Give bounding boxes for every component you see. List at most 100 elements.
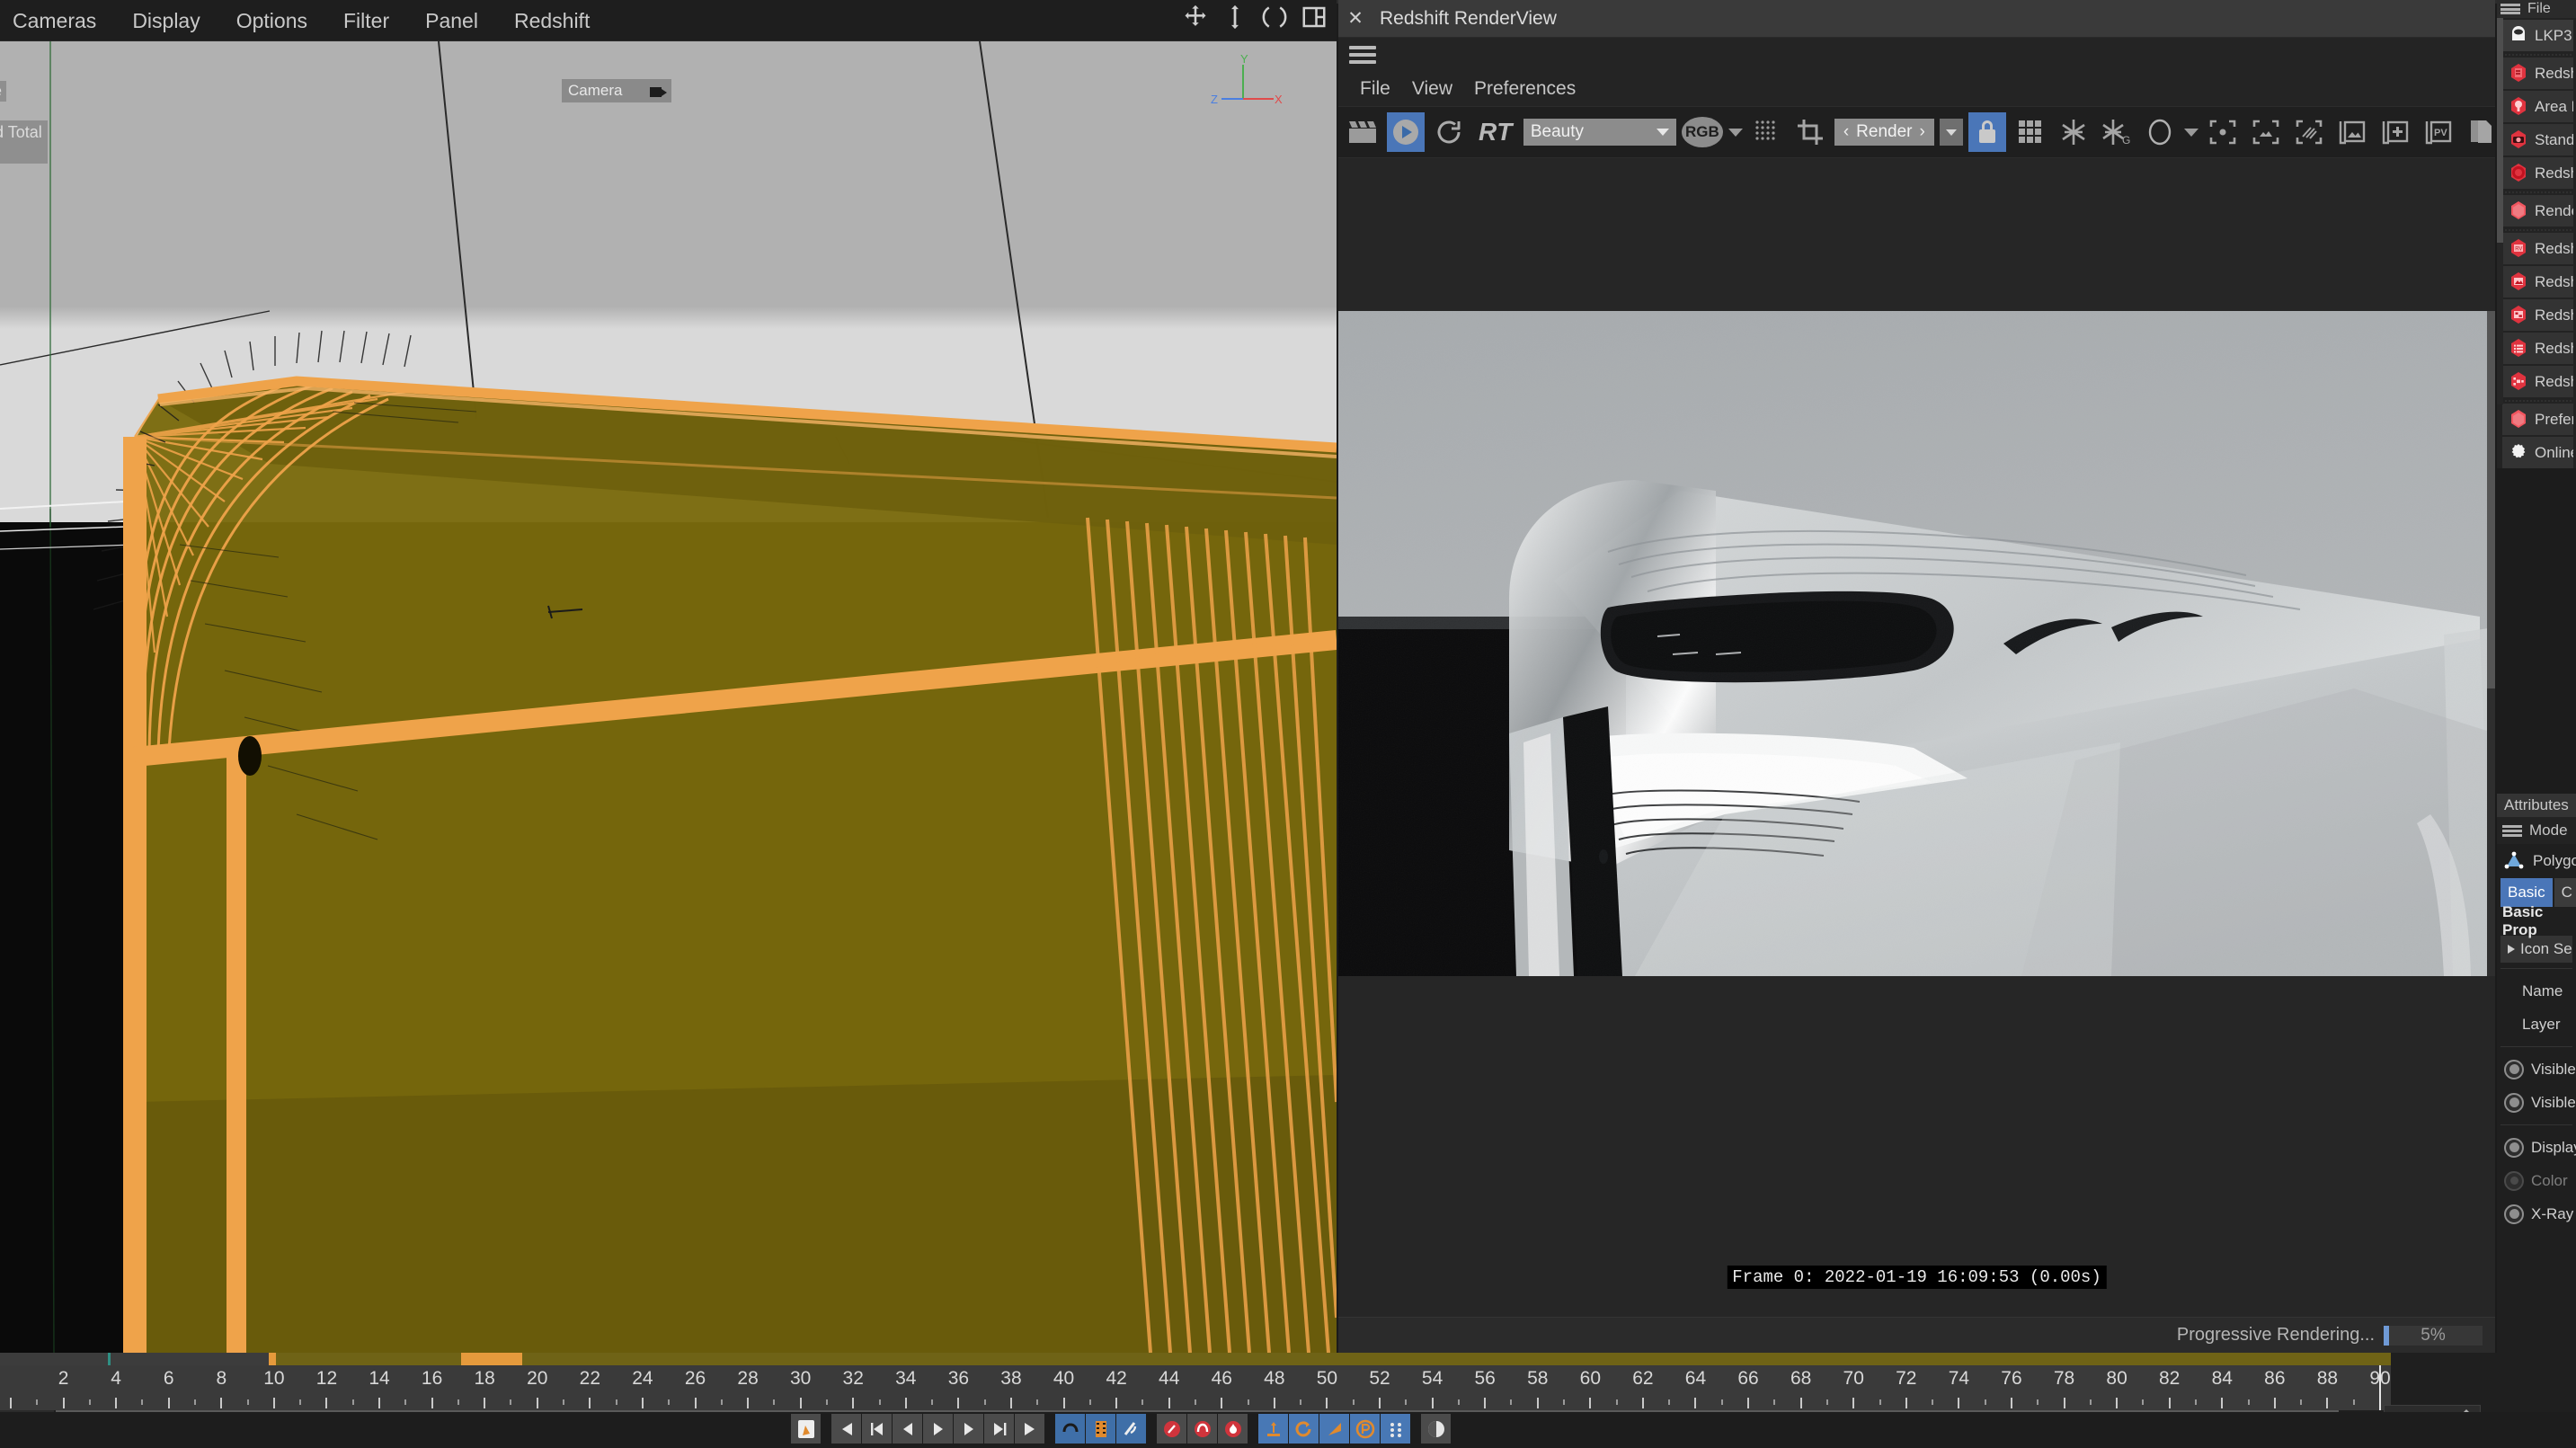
radio-visible-render[interactable] (2504, 1092, 2524, 1113)
pv-compare-icon[interactable]: PV (2420, 112, 2457, 152)
menu-item-display[interactable]: Display (114, 0, 218, 41)
position-key-icon[interactable] (1258, 1414, 1288, 1444)
renderview-menu-toggle[interactable] (1338, 38, 2495, 72)
autokey-icon[interactable] (1055, 1414, 1085, 1444)
rv-menu-view[interactable]: View (1401, 78, 1463, 100)
focus-region-icon[interactable] (2204, 112, 2242, 152)
object-row-6[interactable]: Redshif (2502, 266, 2573, 298)
attr-row-layer[interactable]: Layer (2497, 1008, 2576, 1041)
next-frame-icon[interactable] (954, 1414, 983, 1444)
attr-row-visible-editor[interactable]: Visible (2497, 1053, 2576, 1086)
rendered-image[interactable] (1338, 311, 2495, 976)
denoise-gpu-icon[interactable]: G (2098, 112, 2136, 152)
viewport-canvas[interactable]: ve lected Total 1 Camera Y X Z Grid Spac… (0, 41, 1337, 1353)
object-manager-list[interactable]: LKP3 Redshif Area Li Standa Redshif Rend… (2497, 18, 2576, 468)
object-row-9[interactable]: Redshif (2502, 366, 2573, 397)
menu-item-options[interactable]: Options (218, 0, 325, 41)
prev-key-icon[interactable] (862, 1414, 892, 1444)
object-row-1[interactable]: Area Li (2502, 91, 2573, 122)
goto-end-icon[interactable] (1015, 1414, 1044, 1444)
lock-icon[interactable] (1968, 112, 2006, 152)
render-preset-selector[interactable]: ‹ Render › (1834, 119, 1934, 146)
attributes-mode-menu[interactable]: Mode (2529, 822, 2568, 839)
maximize-view-icon[interactable] (1301, 4, 1328, 31)
channel-button[interactable]: RGB (1681, 117, 1723, 147)
rotation-key-icon[interactable] (1289, 1414, 1319, 1444)
start-render-icon[interactable] (1387, 112, 1425, 152)
radio-color[interactable] (2504, 1170, 2524, 1191)
region-image-icon[interactable] (2247, 112, 2285, 152)
timeline-key-track[interactable] (0, 1353, 2391, 1365)
selected-geometry[interactable] (0, 41, 1337, 1353)
region-stripe-icon[interactable] (2290, 112, 2328, 152)
close-icon[interactable]: ✕ (1347, 7, 1364, 30)
record-active-objects-icon[interactable] (1157, 1414, 1186, 1444)
timeline-ruler[interactable]: 2 4 6 8 10 12 14 16 18 20 22 24 26 28 30 32 34 36 38 40 42 44… (0, 1365, 2391, 1410)
object-row-2[interactable]: Standa (2502, 124, 2573, 155)
object-row-10[interactable]: Prefere (2502, 404, 2573, 435)
object-row-3[interactable]: Redshif (2502, 157, 2573, 189)
pixel-grid-icon[interactable] (1748, 112, 1786, 152)
denoise-icon[interactable] (2055, 112, 2092, 152)
tonemap-circle-icon[interactable] (2141, 112, 2179, 152)
next-key-icon[interactable] (984, 1414, 1014, 1444)
radio-visible-editor[interactable] (2504, 1059, 2524, 1079)
record-film-icon[interactable] (1086, 1414, 1115, 1444)
scale-key-icon[interactable] (1319, 1414, 1349, 1444)
object-manager-menu-icon[interactable] (2500, 4, 2520, 14)
menu-item-cameras[interactable]: Cameras (0, 0, 114, 41)
bucket-grid-icon[interactable] (2012, 112, 2049, 152)
object-row-4[interactable]: Render (2502, 195, 2573, 227)
attr-row-display-color[interactable]: Display (2497, 1131, 2576, 1164)
rt-mode-label[interactable]: RT (1473, 118, 1518, 147)
timeline-playhead[interactable] (2379, 1365, 2381, 1410)
goto-start-icon[interactable] (831, 1414, 861, 1444)
attributes-menu-icon[interactable] (2502, 824, 2522, 837)
object-row-5[interactable]: RV Redshif (2502, 233, 2573, 264)
rv-menu-file[interactable]: File (1349, 78, 1401, 100)
attributes-fold-icon-settings[interactable]: Icon Se (2500, 936, 2572, 963)
attr-row-name[interactable]: Name (2497, 974, 2576, 1008)
radio-display-color[interactable] (2504, 1137, 2524, 1158)
rotate-icon[interactable] (1261, 4, 1288, 31)
add-image-icon[interactable] (2376, 112, 2414, 152)
timeline-key-orange-1[interactable] (269, 1353, 276, 1365)
renderview-canvas[interactable]: Frame 0: 2022-01-19 16:09:53 (0.00s) (1338, 158, 2495, 1318)
channel-chevron-down-icon[interactable] (1728, 128, 1743, 137)
keyframe-selection-icon[interactable] (1218, 1414, 1248, 1444)
attributes-tab[interactable]: Attributes (2497, 794, 2576, 817)
renderview-vertical-scrollbar[interactable] (2487, 311, 2495, 976)
menu-item-panel[interactable]: Panel (407, 0, 496, 41)
menu-item-filter[interactable]: Filter (325, 0, 407, 41)
crop-region-icon[interactable] (1791, 112, 1829, 152)
parameter-key-icon[interactable] (1350, 1414, 1380, 1444)
rv-menu-preferences[interactable]: Preferences (1463, 78, 1586, 100)
attr-row-visible-render[interactable]: Visible (2497, 1086, 2576, 1119)
refresh-icon[interactable] (1430, 112, 1468, 152)
object-row-7[interactable]: Redshif (2502, 299, 2573, 331)
pan-icon[interactable] (1182, 4, 1209, 31)
object-root-row[interactable]: LKP3 (2497, 20, 2573, 51)
playback-sound-icon[interactable] (1116, 1414, 1146, 1444)
copy-document-icon[interactable] (2463, 112, 2495, 152)
spline-key-icon[interactable] (1421, 1414, 1451, 1444)
cursor-tool-icon[interactable] (791, 1414, 821, 1444)
menu-item-redshift[interactable]: Redshift (496, 0, 608, 41)
attr-row-color[interactable]: Color (2497, 1164, 2576, 1197)
zoom-dolly-icon[interactable] (1221, 4, 1248, 31)
prev-chevron-icon[interactable]: ‹ (1843, 122, 1849, 142)
tonemap-chevron-down-icon[interactable] (2183, 128, 2198, 137)
render-preset-dropdown[interactable] (1939, 119, 1963, 146)
attr-row-xray[interactable]: X-Ray (2497, 1197, 2576, 1230)
object-row-11[interactable]: Online (2502, 437, 2573, 468)
aov-dropdown[interactable]: Beauty (1523, 119, 1676, 146)
object-manager-file-menu[interactable]: File (2527, 1, 2551, 17)
pla-key-icon[interactable] (1381, 1414, 1410, 1444)
radio-xray[interactable] (2504, 1204, 2524, 1224)
prev-frame-icon[interactable] (893, 1414, 922, 1444)
object-row-0[interactable]: Redshif (2502, 58, 2573, 89)
save-image-icon[interactable] (2333, 112, 2371, 152)
autokeying-icon[interactable] (1187, 1414, 1217, 1444)
object-row-8[interactable]: Redshif (2502, 333, 2573, 364)
viewport-camera-selector[interactable]: Camera (562, 79, 671, 102)
